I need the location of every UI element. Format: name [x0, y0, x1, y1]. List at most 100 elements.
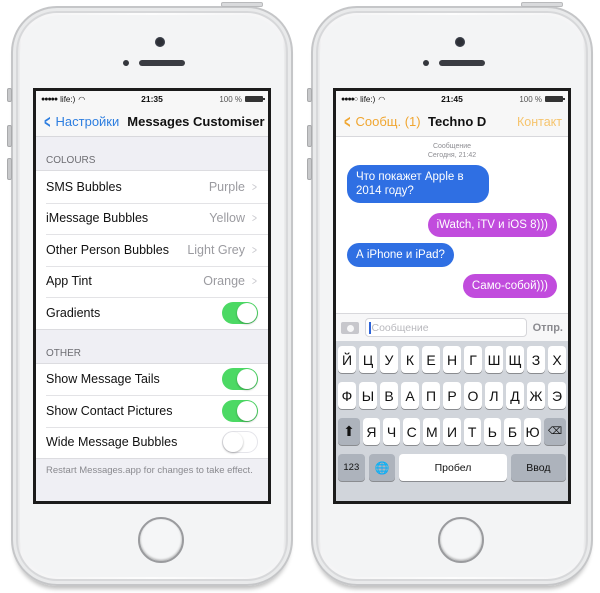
letter-key[interactable]: Ь [483, 418, 501, 445]
proximity-sensor [123, 60, 129, 66]
row-value: Purple [208, 179, 245, 194]
chevron-right-icon: > [252, 274, 257, 289]
letter-key[interactable]: Й [338, 346, 356, 373]
letter-key[interactable]: Н [443, 346, 461, 373]
keyboard-row-1: ЙЦУКЕНГШЩЗХ [338, 346, 566, 373]
compose-bar: Сообщение Отпр. [336, 313, 568, 341]
letter-key[interactable]: М [423, 418, 441, 445]
back-label: Сообщ. (1) [355, 114, 421, 129]
message-bubble-sent: iWatch, iTV и iOS 8))) [427, 213, 557, 237]
battery-icon [545, 96, 565, 102]
wifi-icon: ◠ [78, 94, 86, 104]
letter-key[interactable]: Л [485, 382, 503, 409]
earpiece-speaker [139, 60, 185, 66]
other-group: Show Message Tails Show Contact Pictures… [36, 362, 268, 459]
keyboard-row-2: ФЫВАПРОЛДЖЭ [338, 382, 566, 409]
letter-key[interactable]: К [401, 346, 419, 373]
letter-key[interactable]: У [380, 346, 398, 373]
numbers-key[interactable]: 123 [338, 454, 365, 481]
letter-key[interactable]: А [401, 382, 419, 409]
camera-icon[interactable] [341, 321, 359, 334]
letter-key[interactable]: Ш [485, 346, 503, 373]
row-app-tint[interactable]: App Tint Orange > [36, 265, 268, 298]
letter-key[interactable]: И [443, 418, 461, 445]
letter-key[interactable]: Ы [359, 382, 377, 409]
battery-percent: 100 % [519, 94, 542, 104]
letter-key[interactable]: Д [506, 382, 524, 409]
row-value: Orange [203, 274, 245, 289]
keyboard-row-3: ⬆ Я Ч С М И Т Ь Б Ю ⌫ [337, 418, 567, 445]
letter-key[interactable]: Ф [338, 382, 356, 409]
row-label: Wide Message Bubbles [46, 435, 178, 450]
letter-key[interactable]: Б [503, 418, 521, 445]
letter-key[interactable]: Р [443, 382, 461, 409]
home-button[interactable] [138, 517, 184, 563]
front-camera [155, 37, 165, 47]
conversation-view: Сообщение Сегодня, 21:42 Что покажет App… [336, 137, 568, 313]
volume-down-button [307, 158, 312, 180]
send-button[interactable]: Отпр. [533, 322, 563, 334]
right-screen: ●●●●○ life:) ◠ 21:45 100 % < Сообщ. (1) … [333, 88, 571, 504]
iphone-right: ●●●●○ life:) ◠ 21:45 100 % < Сообщ. (1) … [307, 2, 593, 586]
letter-key[interactable]: Ч [383, 418, 401, 445]
section-header-colours: COLOURS [46, 155, 96, 166]
gradients-toggle[interactable] [222, 301, 258, 324]
globe-icon[interactable]: 🌐 [368, 454, 396, 481]
volume-up-button [307, 125, 312, 147]
message-tails-toggle[interactable] [222, 368, 258, 391]
letter-key[interactable]: Ц [359, 346, 377, 373]
delete-key[interactable]: ⌫ [544, 418, 567, 445]
letter-key[interactable]: Т [463, 418, 481, 445]
shift-key[interactable]: ⬆ [337, 418, 360, 445]
contact-pictures-toggle[interactable] [222, 399, 258, 422]
battery-icon [245, 96, 265, 102]
letter-key[interactable]: Я [362, 418, 381, 445]
proximity-sensor [423, 60, 429, 66]
letter-key[interactable]: П [422, 382, 440, 409]
letter-key[interactable]: З [527, 346, 545, 373]
letter-key[interactable]: Г [464, 346, 482, 373]
battery-percent: 100 % [219, 94, 242, 104]
row-label: iMessage Bubbles [46, 211, 149, 226]
message-bubble-received: А iPhone и iPad? [347, 243, 454, 267]
navigation-bar: < Сообщ. (1) Techno D Контакт [336, 107, 568, 137]
row-show-contact-pictures: Show Contact Pictures [36, 395, 268, 427]
home-button[interactable] [438, 517, 484, 563]
row-value: Light Grey [187, 242, 245, 257]
section-header-other: OTHER [46, 347, 81, 359]
mute-switch [7, 88, 12, 102]
volume-up-button [7, 125, 12, 147]
row-imessage-bubbles[interactable]: iMessage Bubbles Yellow > [36, 202, 268, 235]
letter-key[interactable]: Е [422, 346, 440, 373]
back-button[interactable]: < Сообщ. (1) [342, 113, 421, 131]
return-key[interactable]: Ввод [510, 454, 566, 481]
wifi-icon: ◠ [378, 94, 386, 104]
letter-key[interactable]: Х [548, 346, 566, 373]
letter-key[interactable]: Ю [524, 418, 542, 445]
row-label: SMS Bubbles [46, 179, 122, 194]
letter-key[interactable]: Э [548, 382, 566, 409]
back-button[interactable]: < Настройки [42, 113, 119, 131]
conversation-title: Techno D [428, 114, 487, 129]
status-bar: ●●●●● life:) ◠ 21:35 100 % [36, 91, 268, 107]
message-input[interactable]: Сообщение [365, 318, 527, 337]
letter-key[interactable]: Щ [506, 346, 524, 373]
space-key[interactable]: Пробел [399, 454, 507, 481]
back-label: Настройки [55, 114, 120, 129]
message-meta: Сообщение Сегодня, 21:42 [336, 137, 568, 160]
wide-bubbles-toggle[interactable] [222, 431, 258, 454]
colours-group: SMS Bubbles Purple > iMessage Bubbles Ye… [36, 170, 268, 330]
contact-button[interactable]: Контакт [517, 115, 562, 129]
text-caret [369, 321, 371, 334]
letter-key[interactable]: С [403, 418, 421, 445]
row-other-person-bubbles[interactable]: Other Person Bubbles Light Grey > [36, 234, 268, 266]
sleep-button [221, 2, 263, 7]
letter-key[interactable]: О [464, 382, 482, 409]
letter-key[interactable]: В [380, 382, 398, 409]
letter-key[interactable]: Ж [527, 382, 545, 409]
mute-switch [307, 88, 312, 102]
row-show-message-tails: Show Message Tails [36, 364, 268, 396]
chevron-left-icon: < [344, 111, 351, 132]
front-camera [455, 37, 465, 47]
row-sms-bubbles[interactable]: SMS Bubbles Purple > [36, 171, 268, 203]
